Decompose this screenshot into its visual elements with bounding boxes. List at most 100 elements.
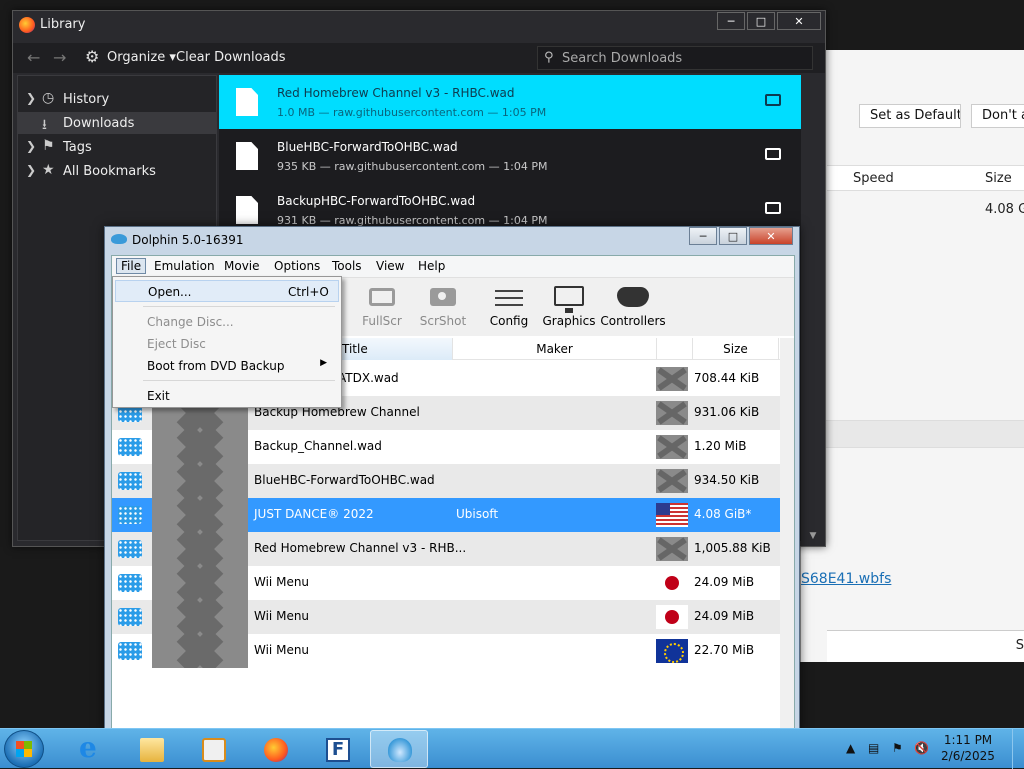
menu-emulation[interactable]: Emulation [150,259,219,273]
sidebar-item-tags[interactable]: ❯ ⚑ Tags [18,136,216,158]
col-title[interactable]: Title [338,338,453,360]
col-maker[interactable]: Maker [453,338,657,360]
tool-label: FullScr [362,314,402,328]
dont-ask-button[interactable]: Don't as [971,104,1024,128]
chevron-right-icon[interactable]: ❯ [26,139,36,153]
wii-platform-icon [118,574,142,592]
download-item[interactable]: BlueHBC-ForwardToOHBC.wad 935 KB — raw.g… [219,129,801,183]
taskbar-internet-explorer[interactable]: e [60,730,118,768]
menu-bar: File Emulation Movie Options Tools View … [112,256,794,278]
start-button[interactable] [4,730,44,768]
chevron-right-icon[interactable]: ❯ [26,163,36,177]
clock-time: 1:11 PM [943,733,993,747]
minimize-button[interactable]: ─ [689,227,717,245]
search-downloads-input[interactable]: ⚲ Search Downloads [537,46,813,70]
game-row-selected[interactable]: JUST DANCE® 2022 Ubisoft 4.08 GiB* [112,498,780,532]
gear-icon[interactable]: ⚙ [85,47,99,66]
clear-downloads-button[interactable]: Clear Downloads [176,50,286,65]
menu-options[interactable]: Options [270,259,324,273]
dolphin-titlebar[interactable]: Dolphin 5.0-16391 ─ □ ✕ [105,227,799,253]
fullscr-button[interactable]: FullScr [349,282,415,334]
set-as-default-button[interactable]: Set as Default [859,104,961,128]
folder-icon[interactable] [765,202,781,214]
system-clock[interactable]: 1:11 PM 2/6/2025 [938,732,998,764]
game-row[interactable]: Backup_Channel.wad 1.20 MiB [112,430,780,464]
menu-item-boot-dvd-backup[interactable]: Boot from DVD Backup ▶ [115,355,339,377]
config-button[interactable]: Config [476,282,542,334]
show-desktop-button[interactable] [1012,729,1024,769]
menu-tools[interactable]: Tools [328,259,366,273]
close-button[interactable]: ✕ [777,12,821,30]
game-list-scrollbar[interactable] [780,338,794,728]
tray-chevron-up-icon[interactable]: ▲ [846,741,855,755]
menu-file[interactable]: File [116,258,147,274]
menu-item-change-disc[interactable]: Change Disc... [115,311,339,333]
download-item[interactable]: Red Homebrew Channel v3 - RHBC.wad 1.0 M… [219,75,801,129]
bg-bottom-panel [827,630,1024,662]
game-row[interactable]: Red Homebrew Channel v3 - RHB... 1,005.8… [112,532,780,566]
taskbar-dolphin[interactable] [370,730,428,768]
flag-icon[interactable]: ⚑ [892,741,903,755]
graphics-button[interactable]: Graphics [536,282,602,334]
folder-icon [140,738,164,762]
game-row[interactable]: Wii Menu 24.09 MiB [112,600,780,634]
network-icon[interactable]: ▤ [868,741,879,755]
menu-item-label: Eject Disc [147,337,206,351]
controllers-button[interactable]: Controllers [600,282,666,334]
organize-button[interactable]: Organize ▾ [107,50,176,65]
forward-arrow-icon[interactable]: → [53,48,66,67]
media-player-icon [202,738,226,762]
sidebar-item-all-bookmarks[interactable]: ❯ ★ All Bookmarks [18,160,216,182]
bg-size-value: 4.08 Gi [985,202,1024,217]
unknown-region-flag-icon [656,537,688,561]
taskbar-f-app[interactable]: F [308,730,366,768]
menu-view[interactable]: View [372,259,408,273]
game-maker: Ubisoft [456,507,499,521]
banner-placeholder [152,532,248,566]
game-row[interactable]: BlueHBC-ForwardToOHBC.wad 934.50 KiB [112,464,780,498]
maximize-button[interactable]: □ [719,227,747,245]
taskbar-firefox[interactable] [246,730,304,768]
close-button[interactable]: ✕ [749,227,793,245]
folder-icon[interactable] [765,148,781,160]
taskbar: e F ▲ ▤ ⚑ 🔇 1:11 PM 2/6/2025 [0,728,1024,769]
minimize-button[interactable]: ─ [717,12,745,30]
wii-platform-icon [118,608,142,626]
download-meta: 1.0 MB — raw.githubusercontent.com — 1:0… [277,106,547,119]
usa-flag-icon [656,503,688,527]
menu-item-exit[interactable]: Exit [115,385,339,407]
library-titlebar[interactable]: Library ─ □ ✕ [13,11,825,39]
unknown-region-flag-icon [656,401,688,425]
library-scrollbar[interactable]: ▼ [807,75,819,541]
game-size: 931.06 KiB [694,405,760,419]
tool-label: Controllers [600,314,666,328]
download-name: BackupHBC-ForwardToOHBC.wad [277,194,476,208]
maximize-button[interactable]: □ [747,12,775,30]
game-size: 1,005.88 KiB [694,541,771,555]
folder-icon[interactable] [765,94,781,106]
game-size: 24.09 MiB [694,575,755,589]
sidebar-item-history[interactable]: ❯ ◷ History [18,88,216,110]
menu-item-open[interactable]: Open... Ctrl+O [115,280,339,302]
taskbar-file-explorer[interactable] [122,730,180,768]
game-title: Wii Menu [254,609,310,623]
menu-help[interactable]: Help [414,259,449,273]
taskbar-media-player[interactable] [184,730,242,768]
col-region[interactable] [657,338,693,360]
menu-item-eject-disc[interactable]: Eject Disc [115,333,339,355]
sidebar-item-label: All Bookmarks [63,164,156,179]
bg-file-link[interactable]: S68E41.wbfs [801,571,891,587]
config-sliders-icon [495,287,523,307]
wii-platform-icon [118,472,142,490]
back-arrow-icon[interactable]: ← [27,48,40,67]
sidebar-item-downloads[interactable]: ⭳ Downloads [18,112,216,134]
chevron-right-icon[interactable]: ❯ [26,91,36,105]
game-row[interactable]: Wii Menu 22.70 MiB [112,634,780,668]
menu-movie[interactable]: Movie [220,259,264,273]
col-size[interactable]: Size [693,338,779,360]
game-row[interactable]: Wii Menu 24.09 MiB [112,566,780,600]
game-size: 24.09 MiB [694,609,755,623]
scrshot-button[interactable]: ScrShot [410,282,476,334]
volume-muted-icon[interactable]: 🔇 [914,741,929,755]
chevron-down-icon[interactable]: ▼ [807,531,819,541]
